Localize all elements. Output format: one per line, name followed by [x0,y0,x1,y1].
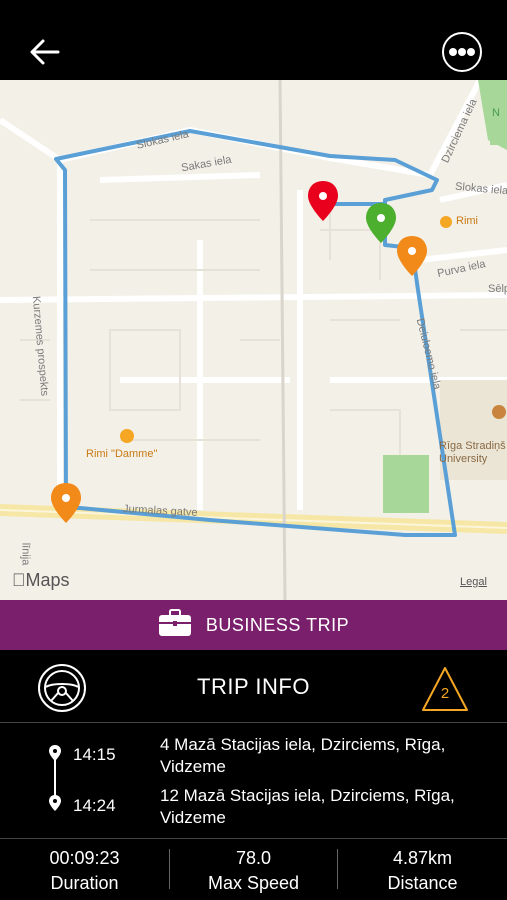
stat-divider [337,849,338,889]
route-details: 14:15 4 Mazā Stacijas iela, Dzirciems, R… [0,723,507,839]
start-address: 4 Mazā Stacijas iela, Dzirciems, Rīga, V… [160,735,446,776]
poi-label: Rimi "Damme" [86,448,158,460]
trip-type-banner[interactable]: BUSINESS TRIP [0,600,507,650]
max-speed-stat: 78.0 Max Speed [169,838,338,900]
trip-type-label: BUSINESS TRIP [205,614,350,635]
trip-stats: 00:09:23 Duration 78.0 Max Speed 4.87km … [0,838,507,900]
duration-value: 00:09:23 [49,848,120,868]
back-arrow-icon[interactable] [26,30,66,70]
warning-count: 2 [440,685,450,702]
briefcase-icon [158,608,192,642]
distance-stat: 4.87km Distance [338,838,507,900]
street-label: N [492,107,500,119]
poi-label: Rimi [456,215,478,227]
steering-wheel-icon[interactable] [37,663,87,713]
end-pin-icon [366,203,396,243]
route-line-icon [49,745,61,811]
maps-attribution: Maps [12,570,70,590]
street-label: līnija [19,542,32,566]
distance-label: Distance [387,873,458,893]
max-speed-label: Max Speed [207,873,300,893]
duration-label: Duration [50,873,119,893]
top-bar [0,0,507,80]
street-label: Sēlp [488,283,507,295]
end-address: 12 Mazā Stacijas iela, Dzirciems, Rīga, … [160,786,455,827]
poi-label: Rīga Stradiņš University [439,440,506,465]
end-time: 14:24 [73,796,116,815]
duration-stat: 00:09:23 Duration [0,838,169,900]
more-options-icon[interactable] [442,32,482,72]
warning-pin-icon [397,236,427,276]
start-time: 14:15 [73,745,116,764]
legal-link[interactable]: Legal [460,576,487,588]
max-speed-value: 78.0 [235,848,272,868]
start-pin-icon [308,181,338,221]
trip-map[interactable]: Slokas iela Sakas iela Dzirciema iela Sl… [0,80,507,600]
distance-value: 4.87km [392,848,453,868]
stat-divider [169,849,170,889]
warning-triangle-icon[interactable]: 2 [420,665,470,713]
